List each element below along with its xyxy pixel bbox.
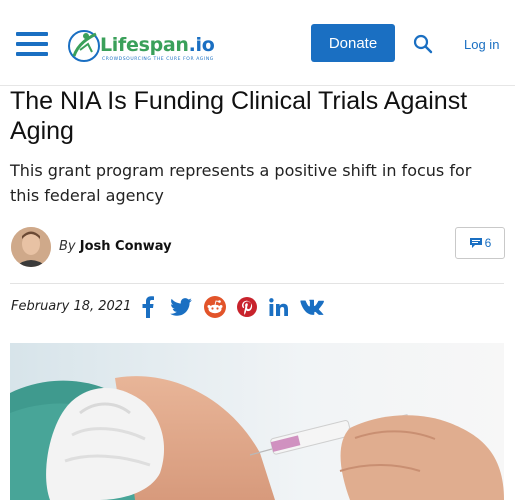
site-logo[interactable]: Lifespan.io CROWDSOURCING THE CURE FOR A…: [68, 26, 218, 66]
article-subtitle: This grant program represents a positive…: [10, 161, 472, 205]
linkedin-icon[interactable]: [268, 294, 290, 320]
comments-button[interactable]: 6: [455, 227, 505, 259]
divider: [10, 283, 504, 284]
search-icon[interactable]: [413, 34, 433, 54]
login-link[interactable]: Log in: [464, 37, 499, 52]
article-hero-image: [10, 343, 504, 500]
author-byline: By Josh Conway: [59, 239, 172, 254]
publish-date: February 18, 2021: [11, 299, 132, 314]
vk-icon[interactable]: [299, 294, 327, 320]
author-name[interactable]: Josh Conway: [80, 239, 172, 254]
site-header: Lifespan.io CROWDSOURCING THE CURE FOR A…: [0, 0, 515, 86]
logo-mark-icon: [68, 30, 100, 62]
reddit-icon[interactable]: [203, 294, 227, 320]
vaccination-photo: [10, 343, 504, 500]
logo-wordmark: Lifespan.io: [100, 34, 215, 56]
menu-icon[interactable]: [16, 32, 48, 58]
logo-tagline: CROWDSOURCING THE CURE FOR AGING: [102, 57, 214, 62]
comment-count: 6: [484, 236, 492, 250]
facebook-icon[interactable]: [138, 294, 158, 320]
comment-icon: [469, 238, 482, 248]
donate-button[interactable]: Donate: [311, 24, 395, 62]
by-label: By: [59, 239, 76, 254]
pinterest-icon[interactable]: [236, 294, 258, 320]
twitter-icon[interactable]: [169, 294, 193, 320]
article-title: The NIA Is Funding Clinical Trials Again…: [10, 87, 468, 145]
author-avatar[interactable]: [11, 227, 51, 267]
